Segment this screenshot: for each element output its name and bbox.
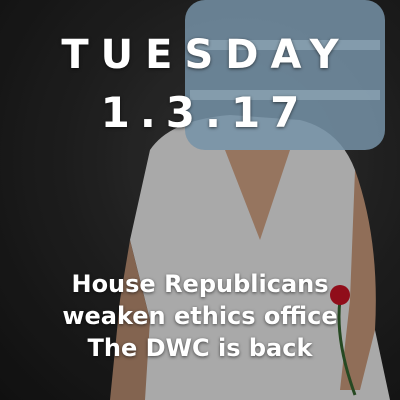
headlines: House Republicans weaken ethics office T…: [0, 268, 400, 364]
headline: weaken ethics office: [62, 302, 338, 330]
date-title: 1.3.17: [100, 88, 310, 137]
day-title: TUESDAY: [61, 32, 351, 78]
headline: House Republicans: [71, 270, 329, 298]
headline: The DWC is back: [87, 334, 313, 362]
graphic: TUESDAY 1.3.17 House Republicans weaken …: [0, 0, 400, 400]
